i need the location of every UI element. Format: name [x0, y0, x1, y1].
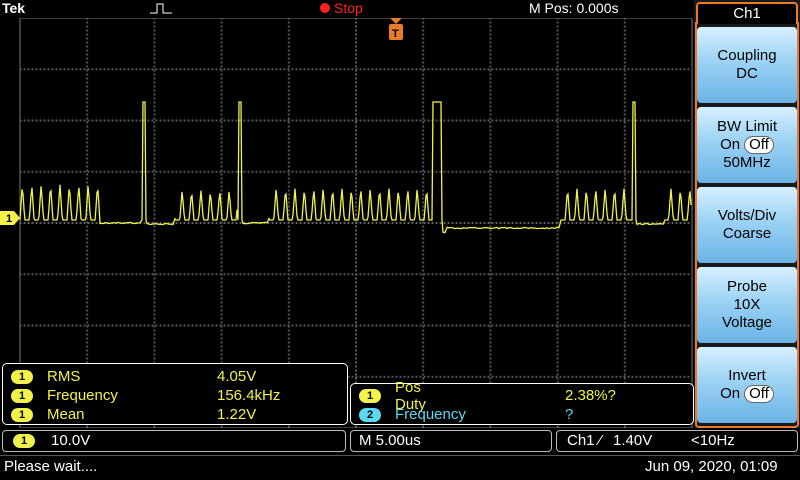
volts-div-button[interactable]: Volts/Div Coarse: [697, 187, 797, 263]
bw-limit-button[interactable]: BW Limit On Off 50MHz: [697, 107, 797, 183]
trigger-frequency: <10Hz: [691, 432, 735, 449]
trigger-level: 1.40V: [613, 432, 652, 449]
side-menu-title: Ch1: [696, 2, 798, 24]
top-status-bar: Tek Stop M Pos: 0.000s: [0, 0, 694, 18]
run-state: Stop: [334, 0, 363, 16]
timebase-value: M 5.00us: [359, 432, 421, 449]
trigger-position-marker[interactable]: T: [389, 18, 403, 40]
invert-toggle[interactable]: Off: [744, 385, 774, 403]
ch1-scale-box[interactable]: 1 10.0V: [2, 430, 346, 452]
side-menu: Ch1 Coupling DC BW Limit On Off 50MHz Vol…: [694, 0, 800, 428]
ch1-badge: 1: [11, 408, 33, 422]
stop-indicator-icon: [320, 3, 330, 13]
trigger-box[interactable]: Ch1 ⁄ 1.40V <10Hz: [556, 430, 798, 452]
ch1-badge: 1: [359, 389, 381, 403]
timebase-box[interactable]: M 5.00us: [350, 430, 552, 452]
ch2-badge: 2: [359, 408, 381, 422]
coupling-button[interactable]: Coupling DC: [697, 27, 797, 103]
measurement-panel-left: 1 RMS 4.05V 1 Frequency 156.4kHz 1 Mean …: [2, 363, 348, 425]
measurement-ch2-frequency: 2 Frequency ?: [359, 405, 381, 424]
pulse-trigger-icon: [150, 2, 172, 14]
probe-button[interactable]: Probe 10X Voltage: [697, 267, 797, 343]
measurement-pos-duty: 1 Pos Duty 2.38%?: [359, 386, 381, 405]
trigger-slope-icon: ⁄: [599, 432, 602, 449]
measurement-panel-right: 1 Pos Duty 2.38%? 2 Frequency ?: [350, 383, 694, 425]
brand-logo: Tek: [2, 0, 25, 16]
bw-limit-toggle[interactable]: Off: [744, 136, 774, 154]
horizontal-position: M Pos: 0.000s: [529, 0, 619, 16]
measurement-frequency: 1 Frequency 156.4kHz: [11, 386, 33, 405]
measurement-mean: 1 Mean 1.22V: [11, 405, 33, 424]
status-message: Please wait....: [4, 458, 97, 475]
ch1-level-marker[interactable]: 1: [0, 211, 20, 225]
trigger-source: Ch1: [567, 432, 595, 449]
invert-button[interactable]: Invert On Off: [697, 347, 797, 423]
ch1-volts-per-div: 10.0V: [51, 432, 90, 449]
ch1-badge: 1: [13, 434, 35, 448]
svg-text:1: 1: [6, 213, 12, 225]
svg-text:T: T: [392, 28, 399, 40]
ch1-badge: 1: [11, 389, 33, 403]
status-bar: Please wait.... Jun 09, 2020, 01:09: [0, 455, 800, 480]
date-time: Jun 09, 2020, 01:09: [645, 458, 778, 475]
ch1-badge: 1: [11, 370, 33, 384]
measurement-rms: 1 RMS 4.05V: [11, 367, 33, 386]
